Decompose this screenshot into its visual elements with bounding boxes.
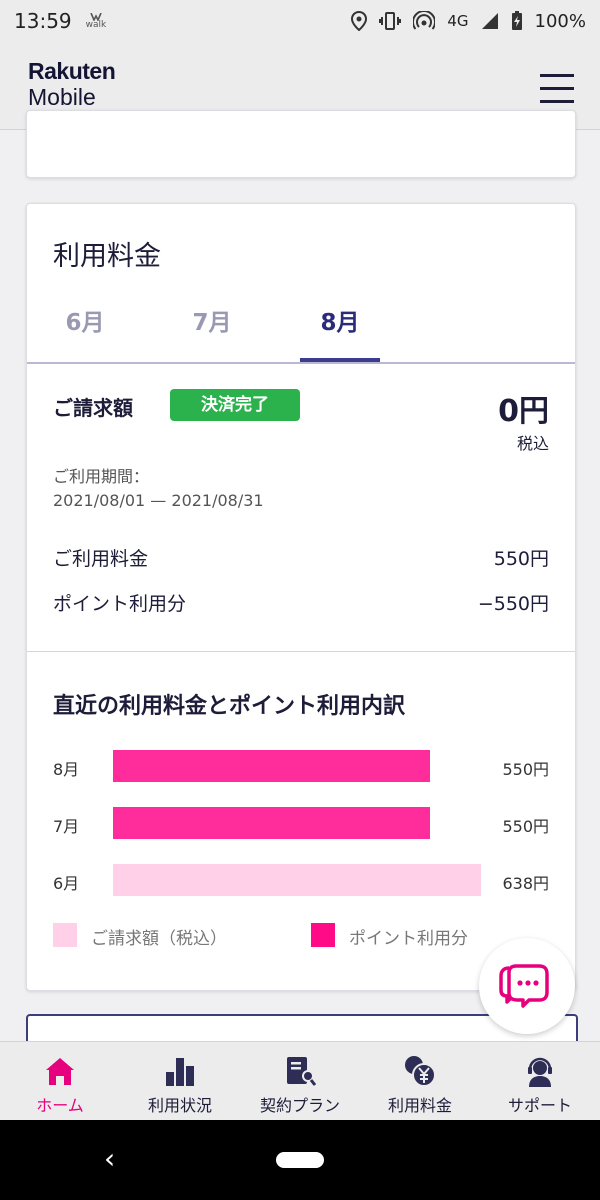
divider bbox=[27, 651, 575, 652]
bar-jul bbox=[113, 807, 430, 839]
bar-label-jun: 6月 bbox=[53, 874, 80, 893]
home-icon bbox=[46, 1058, 74, 1085]
nav-contract-plan-label: 契約プラン bbox=[259, 1096, 340, 1115]
nav-home-label: ホーム bbox=[36, 1096, 84, 1115]
legend-swatch-billing bbox=[53, 923, 77, 947]
support-icon bbox=[528, 1057, 552, 1087]
rakuten-mobile-logo[interactable]: Rakuten Mobile bbox=[28, 58, 116, 110]
period-value: 2021/08/01 — 2021/08/31 bbox=[53, 491, 264, 510]
hamburger-menu-icon[interactable] bbox=[540, 74, 574, 104]
status-time: 13:59 bbox=[14, 9, 72, 33]
tax-note: 税込 bbox=[516, 434, 549, 453]
hotspot-icon bbox=[413, 11, 436, 30]
bottom-navigation: ホーム 利用状況 契約プラン 利用料金 サポート bbox=[0, 1041, 600, 1121]
bar-label-jul: 7月 bbox=[53, 817, 80, 836]
period-label: ご利用期間： bbox=[53, 467, 150, 486]
nav-usage-fee-label: 利用料金 bbox=[387, 1096, 452, 1115]
previous-card bbox=[26, 110, 576, 178]
location-icon bbox=[351, 11, 368, 31]
legend-label-points: ポイント利用分 bbox=[349, 929, 468, 949]
chat-support-button[interactable] bbox=[479, 938, 575, 1034]
chat-bubbles-icon bbox=[499, 964, 549, 1008]
month-tabs: 6月 7月 8月 bbox=[27, 304, 575, 364]
bar-value-jun: 638円 bbox=[502, 874, 549, 893]
usage-fee-value: 550円 bbox=[493, 548, 549, 570]
bar-value-jul: 550円 bbox=[502, 817, 549, 836]
back-icon[interactable]: ‹ bbox=[104, 1142, 128, 1176]
points-value: −550円 bbox=[477, 593, 549, 615]
nav-usage-status[interactable]: 利用状況 bbox=[120, 1042, 240, 1121]
usage-fee-label: ご利用料金 bbox=[53, 548, 149, 570]
legend-label-billing: ご請求額（税込） bbox=[91, 929, 227, 949]
battery-charging-icon bbox=[511, 11, 522, 30]
nav-home[interactable]: ホーム bbox=[0, 1042, 120, 1121]
logo-line2: Mobile bbox=[28, 84, 96, 110]
bar-chart-icon bbox=[166, 1058, 194, 1086]
signal-icon bbox=[481, 13, 498, 29]
tab-july[interactable]: 7月 bbox=[172, 304, 252, 362]
legend-swatch-points bbox=[311, 923, 335, 947]
status-badge: 決済完了 bbox=[170, 389, 300, 421]
nav-usage-status-label: 利用状況 bbox=[147, 1096, 212, 1115]
status-bar: 13:59 walk 4G 100% bbox=[0, 0, 600, 42]
nav-support[interactable]: サポート bbox=[480, 1042, 600, 1121]
yen-coins-icon bbox=[405, 1056, 436, 1087]
nav-contract-plan[interactable]: 契約プラン bbox=[240, 1042, 360, 1121]
battery-level: 100% bbox=[534, 10, 586, 32]
logo-line1: Rakuten bbox=[28, 58, 116, 84]
billing-amount: 0円 bbox=[498, 394, 549, 429]
walk-app-icon: walk bbox=[85, 12, 107, 30]
chart-title: 直近の利用料金とポイント利用内訳 bbox=[53, 694, 406, 719]
nav-usage-fee[interactable]: 利用料金 bbox=[360, 1042, 480, 1121]
billing-label: ご請求額 bbox=[53, 396, 133, 420]
bar-jun bbox=[113, 864, 481, 896]
network-type: 4G bbox=[447, 12, 469, 30]
bar-label-aug: 8月 bbox=[53, 760, 80, 779]
vibrate-icon bbox=[379, 12, 402, 30]
walk-label: walk bbox=[85, 19, 107, 30]
points-label: ポイント利用分 bbox=[53, 593, 187, 615]
tab-august[interactable]: 8月 bbox=[300, 304, 380, 362]
home-pill-button[interactable] bbox=[276, 1152, 324, 1168]
usage-fee-card: 利用料金 6月 7月 8月 ご請求額 決済完了 0円 税込 ご利用期間： 202… bbox=[26, 203, 576, 991]
bar-aug bbox=[113, 750, 430, 782]
card-title: 利用料金 bbox=[53, 241, 161, 272]
bar-value-aug: 550円 bbox=[502, 760, 549, 779]
nav-support-label: サポート bbox=[507, 1096, 572, 1115]
contract-icon bbox=[287, 1057, 317, 1086]
tab-june[interactable]: 6月 bbox=[45, 304, 125, 362]
